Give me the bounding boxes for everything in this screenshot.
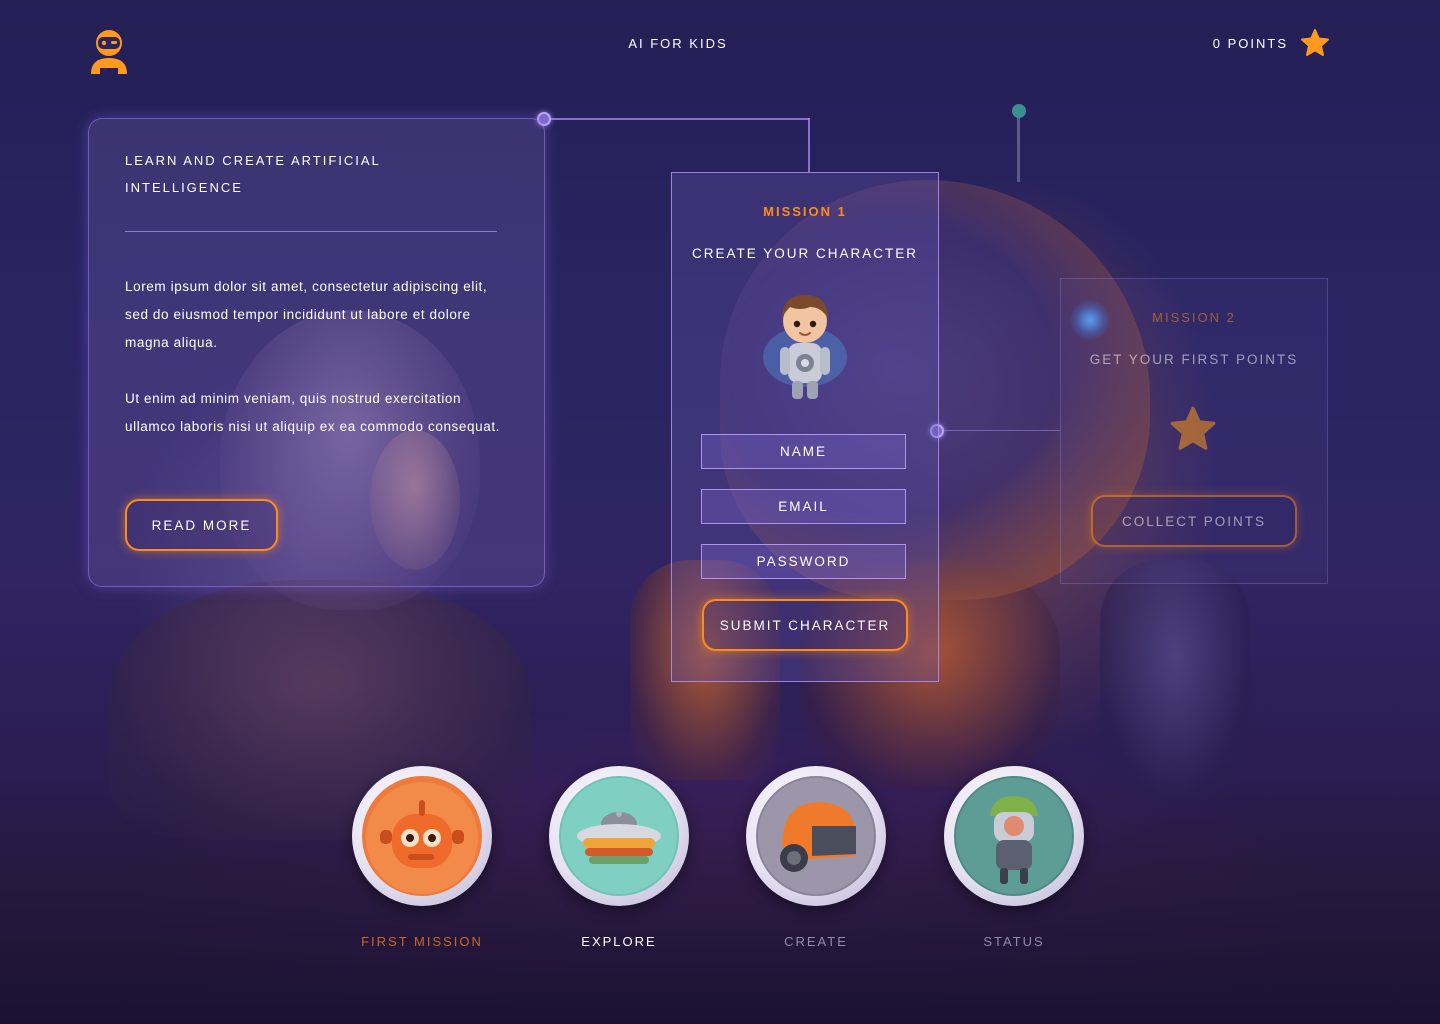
astronaut-logo-icon[interactable] bbox=[88, 28, 130, 74]
spaceship-icon bbox=[559, 776, 679, 896]
submit-character-button[interactable]: SUBMIT CHARACTER bbox=[702, 599, 908, 651]
mission-2-label: MISSION 2 bbox=[1152, 310, 1236, 325]
nav-label: EXPLORE bbox=[581, 934, 657, 949]
star-icon bbox=[1300, 28, 1330, 58]
robot-face-icon bbox=[362, 776, 482, 896]
connector-line bbox=[938, 430, 1060, 431]
mission-1-card: MISSION 1 CREATE YOUR CHARACTER NAME EMA… bbox=[671, 172, 939, 682]
mission-1-title: CREATE YOUR CHARACTER bbox=[691, 246, 919, 261]
name-field[interactable]: NAME bbox=[701, 434, 906, 469]
nav-button[interactable] bbox=[352, 766, 492, 906]
helmet-icon bbox=[756, 776, 876, 896]
robot-illustration-antenna-tip bbox=[1012, 104, 1026, 118]
robot-illustration-leg-right bbox=[1100, 560, 1250, 800]
nav-status[interactable]: STATUS bbox=[944, 766, 1084, 949]
intro-card: LEARN AND CREATE ARTIFICIAL INTELLIGENCE… bbox=[88, 118, 545, 587]
nav-label: CREATE bbox=[784, 934, 848, 949]
nav-label: STATUS bbox=[983, 934, 1045, 949]
character-avatar-icon bbox=[760, 285, 850, 407]
points-counter[interactable]: 0 POINTS bbox=[1213, 28, 1330, 58]
nav-button[interactable] bbox=[944, 766, 1084, 906]
intro-divider bbox=[125, 231, 497, 232]
intro-paragraph: Ut enim ad minim veniam, quis nostrud ex… bbox=[125, 391, 501, 434]
collect-points-button[interactable]: COLLECT POINTS bbox=[1091, 495, 1297, 547]
password-field[interactable]: PASSWORD bbox=[701, 544, 906, 579]
astronaut-status-icon bbox=[954, 776, 1074, 896]
mission-1-label: MISSION 1 bbox=[763, 204, 847, 219]
nav-explore[interactable]: EXPLORE bbox=[549, 766, 689, 949]
mission-2-title: GET YOUR FIRST POINTS bbox=[1089, 352, 1299, 367]
robot-illustration-antenna bbox=[1017, 112, 1020, 182]
nav-label: FIRST MISSION bbox=[361, 934, 483, 949]
points-label: 0 POINTS bbox=[1212, 35, 1288, 51]
email-field[interactable]: EMAIL bbox=[701, 489, 906, 524]
nav-first-mission[interactable]: FIRST MISSION bbox=[352, 766, 492, 949]
connector-line bbox=[544, 118, 809, 120]
site-title: AI FOR KIDS bbox=[628, 36, 728, 51]
nav-button[interactable] bbox=[746, 766, 886, 906]
intro-paragraph: Lorem ipsum dolor sit amet, consectetur … bbox=[125, 279, 488, 350]
ground-background bbox=[0, 780, 1440, 1024]
star-icon bbox=[1169, 405, 1217, 453]
intro-heading: LEARN AND CREATE ARTIFICIAL INTELLIGENCE bbox=[125, 153, 381, 195]
mission-2-card: MISSION 2 GET YOUR FIRST POINTS COLLECT … bbox=[1060, 278, 1328, 584]
connector-line bbox=[808, 118, 810, 172]
nav-create[interactable]: CREATE bbox=[746, 766, 886, 949]
nav-button[interactable] bbox=[549, 766, 689, 906]
read-more-button[interactable]: READ MORE bbox=[125, 499, 278, 551]
